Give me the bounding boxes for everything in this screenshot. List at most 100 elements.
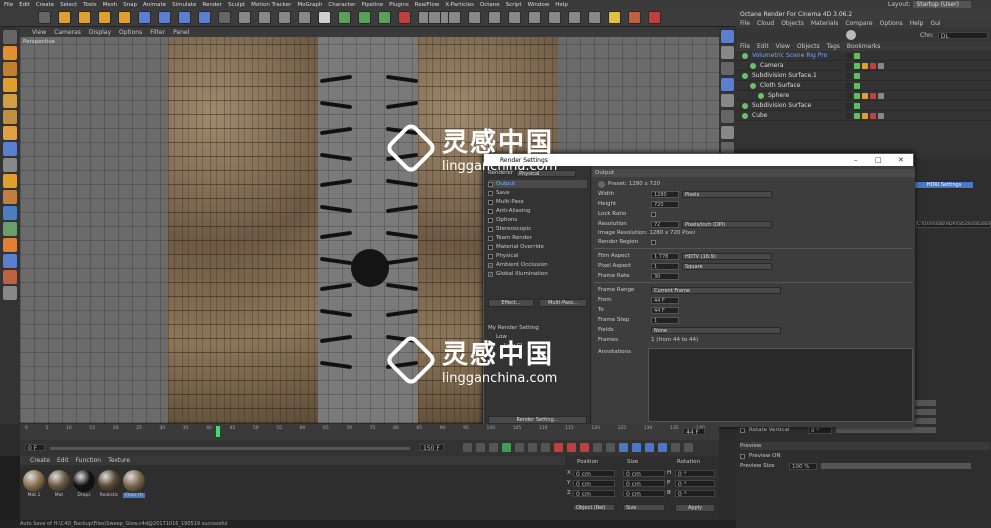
material-tag-icon[interactable] (862, 92, 868, 99)
coord-rotation-field[interactable]: 0 ° (675, 470, 715, 478)
menu-mograph[interactable]: MoGraph (297, 2, 322, 8)
viewport-menu-options[interactable]: Options (119, 29, 142, 36)
object-row[interactable]: Volumetric Scene Rig Pro (736, 51, 991, 61)
settings-item-checkbox[interactable] (488, 253, 493, 259)
to-field[interactable]: 44 F (651, 306, 679, 314)
menu-file[interactable]: File (4, 2, 13, 8)
left-tool-icon[interactable] (3, 142, 17, 156)
left-tool-icon[interactable] (3, 238, 17, 252)
menu-window[interactable]: Window (528, 2, 550, 8)
viewport-menu-panel[interactable]: Panel (173, 29, 189, 36)
settings-item-checkbox[interactable] (488, 199, 493, 205)
settings-item-save[interactable]: Save (488, 189, 587, 197)
material-ball[interactable] (73, 470, 95, 492)
timeline-playhead[interactable] (216, 426, 220, 437)
pixel-aspect-field[interactable]: 1 (651, 262, 679, 270)
material-menu-texture[interactable]: Texture (108, 457, 130, 464)
menu-create[interactable]: Create (36, 2, 54, 8)
playback-button-icon[interactable] (489, 443, 498, 452)
coord-position-field[interactable]: 0 cm (573, 490, 615, 498)
playback-button-icon[interactable] (619, 443, 628, 452)
right-tool-icon[interactable] (721, 78, 734, 91)
object-visibility-icon[interactable] (846, 52, 852, 59)
object-visibility-icon[interactable] (854, 62, 860, 69)
settings-item-anti-aliasing[interactable]: Anti-Aliasing (488, 207, 587, 215)
material-tag-icon[interactable] (878, 62, 884, 69)
settings-item-checkbox[interactable]: ✔ (488, 262, 493, 268)
left-tool-icon[interactable] (3, 110, 17, 124)
start-frame-field[interactable]: 0 F (25, 444, 45, 452)
left-tool-icon[interactable] (3, 158, 17, 172)
settings-item-material-override[interactable]: Material Override (488, 243, 587, 251)
object-visibility-icon[interactable] (854, 82, 860, 89)
coord-size-dropdown[interactable]: Size (623, 504, 665, 511)
menu-select[interactable]: Select (60, 2, 77, 8)
left-tool-icon[interactable] (3, 78, 17, 92)
maximize-button[interactable]: □ (875, 156, 882, 164)
octane-menu-compare[interactable]: Compare (845, 20, 872, 27)
toolbar-tool-icon[interactable] (488, 11, 501, 24)
menu-animate[interactable]: Animate (143, 2, 166, 8)
timeline[interactable]: 0 5 10 15 20 25 30 35 40 45 50 55 60 65 70 75 80 85 90 95 10… (20, 424, 719, 440)
right-tool-icon[interactable] (721, 126, 734, 139)
settings-item-checkbox[interactable] (488, 208, 493, 214)
object-visibility-icon[interactable] (854, 72, 860, 79)
left-tool-icon[interactable] (3, 270, 17, 284)
toolbar-tool-icon[interactable] (428, 11, 441, 24)
width-field[interactable]: 1280 (651, 190, 679, 198)
toolbar-tool-icon[interactable] (118, 11, 131, 24)
octane-menu-objects[interactable]: Objects (781, 20, 804, 27)
menu-octane[interactable]: Octane (480, 2, 500, 8)
left-tool-icon[interactable] (3, 46, 17, 60)
coord-position-field[interactable]: 0 cm (573, 480, 615, 488)
layout-dropdown[interactable]: Startup (User) (913, 1, 971, 8)
toolbar-tool-icon[interactable] (218, 11, 231, 24)
object-row[interactable]: Sphere (736, 91, 991, 101)
frame-range-slider[interactable] (50, 447, 410, 450)
left-tool-icon[interactable] (3, 30, 17, 44)
end-frame-field[interactable]: 150 F (420, 444, 444, 452)
menu-tools[interactable]: Tools (83, 2, 97, 8)
coord-position-field[interactable]: 0 cm (573, 470, 615, 478)
left-tool-icon[interactable] (3, 94, 17, 108)
left-tool-icon[interactable] (3, 254, 17, 268)
playback-button-icon[interactable] (515, 443, 524, 452)
settings-item-stereoscopic[interactable]: Stereoscopic (488, 225, 587, 233)
toolbar-tool-icon[interactable] (358, 11, 371, 24)
octane-ball-icon[interactable] (846, 30, 856, 40)
frame-rate-field[interactable]: 30 (651, 272, 679, 280)
left-tool-icon[interactable] (3, 174, 17, 188)
material-ball[interactable] (123, 470, 145, 492)
menu-character[interactable]: Character (328, 2, 355, 8)
film-aspect-dropdown[interactable]: HDTV (16:9) (682, 252, 772, 260)
attribute-field[interactable]: 0 ° (808, 426, 832, 434)
playback-button-icon[interactable] (476, 443, 485, 452)
toolbar-tool-icon[interactable] (378, 11, 391, 24)
toolbar-tool-icon[interactable] (298, 11, 311, 24)
left-tool-icon[interactable] (3, 222, 17, 236)
object-visibility-icon[interactable] (846, 112, 852, 119)
material-ball[interactable] (98, 470, 120, 492)
toolbar-tool-icon[interactable] (548, 11, 561, 24)
hdri-settings-button[interactable]: HDRI Settings (914, 181, 974, 189)
coord-size-field[interactable]: 0 cm (623, 470, 665, 478)
menu-snap[interactable]: Snap (123, 2, 137, 8)
playback-button-icon[interactable] (567, 443, 576, 452)
object-visibility-icon[interactable] (854, 52, 860, 59)
from-field[interactable]: 44 F (651, 296, 679, 304)
playback-button-icon[interactable] (463, 443, 472, 452)
toolbar-tool-icon[interactable] (178, 11, 191, 24)
preview-on-checkbox[interactable] (740, 453, 745, 459)
layout-selector[interactable]: Layout: Startup (User) (736, 0, 991, 9)
coord-rotation-field[interactable]: 0 ° (675, 480, 715, 488)
resolution-unit-dropdown[interactable]: Pixels/Inch (DPI) (682, 220, 772, 228)
object-menu-bookmarks[interactable]: Bookmarks (847, 43, 881, 50)
menu-simulate[interactable]: Simulate (172, 2, 196, 8)
toolbar-tool-icon[interactable] (158, 11, 171, 24)
multipass-button[interactable]: Multi-Pass... (539, 299, 587, 307)
menu-x-particles[interactable]: X-Particles (445, 2, 474, 8)
left-tool-icon[interactable] (3, 206, 17, 220)
minimize-button[interactable]: – (854, 156, 858, 164)
settings-item-checkbox[interactable] (488, 226, 493, 232)
menu-plugins[interactable]: Plugins (389, 2, 409, 8)
